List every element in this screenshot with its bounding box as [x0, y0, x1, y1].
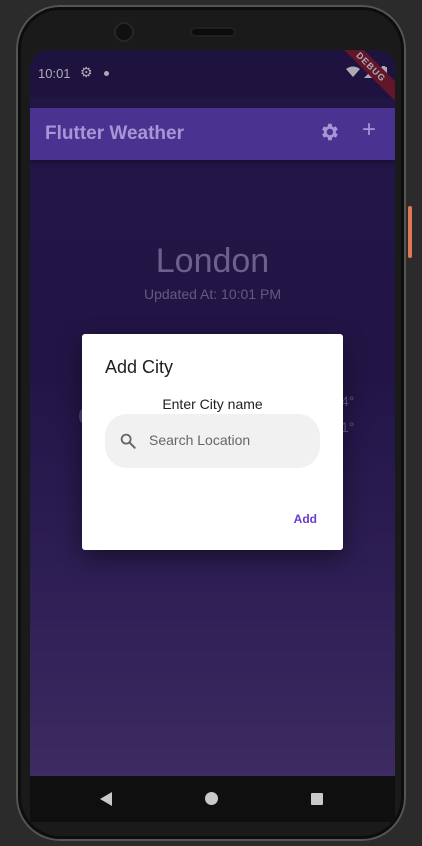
add-icon[interactable]: + — [362, 118, 376, 142]
search-icon — [120, 433, 136, 449]
app-bar: Flutter Weather + — [30, 108, 395, 160]
system-nav-bar — [30, 776, 395, 822]
dialog-prompt: Enter City name — [162, 396, 263, 412]
front-camera — [116, 24, 132, 40]
dialog-title: Add City — [105, 357, 174, 377]
settings-icon[interactable] — [318, 121, 340, 143]
back-icon[interactable] — [100, 792, 112, 806]
add-city-dialog: Add City Enter City name Search Location… — [82, 334, 343, 550]
search-placeholder: Search Location — [149, 432, 251, 448]
recents-icon[interactable] — [311, 793, 323, 805]
search-location-input[interactable]: Search Location — [105, 414, 320, 468]
add-button[interactable]: Add — [294, 512, 317, 526]
app-title: Flutter Weather — [45, 123, 185, 144]
home-icon[interactable] — [205, 792, 218, 805]
earpiece-speaker — [192, 29, 234, 35]
app-screen: 10:01 ⚙ DEBUG London Updated At: 10:01 P… — [30, 50, 395, 776]
power-button — [408, 206, 412, 258]
